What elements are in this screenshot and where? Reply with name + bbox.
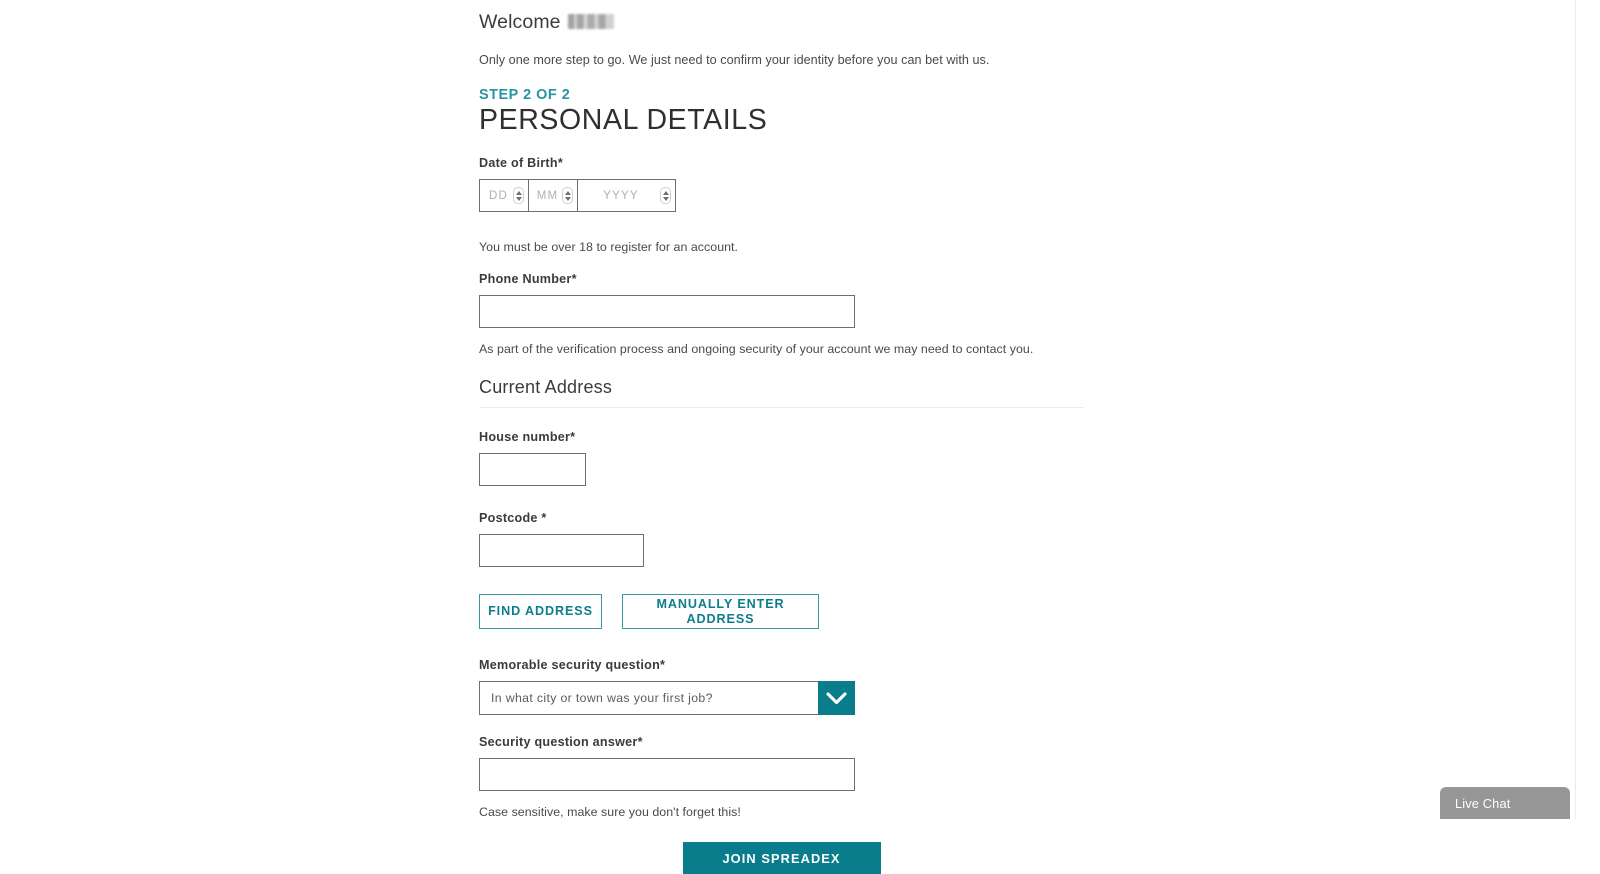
security-answer-input[interactable] xyxy=(479,758,855,791)
dob-year-placeholder: YYYY xyxy=(603,189,639,202)
date-of-birth-group: DD MM YYYY xyxy=(479,179,676,212)
postcode-input[interactable] xyxy=(479,534,644,567)
chevron-down-icon[interactable] xyxy=(818,681,855,715)
security-answer-label: Security question answer* xyxy=(479,735,643,749)
phone-number-label: Phone Number* xyxy=(479,272,577,286)
house-number-input[interactable] xyxy=(479,453,586,486)
welcome-heading: Welcome xyxy=(479,0,1099,34)
phone-number-input[interactable] xyxy=(479,295,855,328)
dob-year-cell[interactable]: YYYY xyxy=(578,180,675,211)
step-indicator: STEP 2 OF 2 xyxy=(479,87,571,103)
house-number-field: House number* xyxy=(479,430,1099,486)
dob-day-stepper[interactable] xyxy=(513,187,524,204)
live-chat-label: Live Chat xyxy=(1455,795,1511,811)
dob-year-stepper[interactable] xyxy=(660,187,671,204)
phone-number-field: Phone Number* As part of the verificatio… xyxy=(479,272,1099,356)
manually-enter-address-button[interactable]: MANUALLY ENTER ADDRESS xyxy=(622,594,819,629)
security-question-selected-value[interactable]: In what city or town was your first job? xyxy=(479,681,818,715)
security-question-field: Memorable security question* In what cit… xyxy=(479,658,1099,715)
find-address-button[interactable]: FIND ADDRESS xyxy=(479,594,602,629)
page-title: PERSONAL DETAILS xyxy=(479,104,768,136)
redacted-user-name xyxy=(567,14,614,29)
join-spreadex-button[interactable]: JOIN SPREADEX xyxy=(682,842,881,874)
dob-day-placeholder: DD xyxy=(488,189,508,202)
registration-form: Welcome Only one more step to go. We jus… xyxy=(479,0,1099,874)
security-question-label: Memorable security question* xyxy=(479,658,666,672)
postcode-field: Postcode * xyxy=(479,511,1099,567)
live-chat-widget[interactable]: Live Chat xyxy=(1440,787,1570,819)
page-scrollbar[interactable] xyxy=(1575,0,1600,819)
security-answer-help: Case sensitive, make sure you don't forg… xyxy=(479,805,741,819)
phone-number-help: As part of the verification process and … xyxy=(479,342,1034,356)
date-of-birth-help: You must be over 18 to register for an a… xyxy=(479,240,739,254)
date-of-birth-field: Date of Birth* DD MM YYYY You must be ov… xyxy=(479,156,1099,254)
address-actions: FIND ADDRESS MANUALLY ENTER ADDRESS xyxy=(479,594,1099,629)
security-answer-field: Security question answer* Case sensitive… xyxy=(479,735,1099,819)
dob-month-placeholder: MM xyxy=(536,189,559,202)
intro-text: Only one more step to go. We just need t… xyxy=(479,53,990,67)
dob-day-cell[interactable]: DD xyxy=(480,180,529,211)
welcome-text: Welcome xyxy=(479,11,561,33)
dob-month-cell[interactable]: MM xyxy=(529,180,578,211)
security-question-select[interactable]: In what city or town was your first job? xyxy=(479,681,855,715)
dob-month-stepper[interactable] xyxy=(562,187,573,204)
submit-row: JOIN SPREADEX xyxy=(479,842,1084,874)
current-address-section-title: Current Address xyxy=(479,377,1084,408)
house-number-label: House number* xyxy=(479,430,576,444)
date-of-birth-label: Date of Birth* xyxy=(479,156,563,170)
postcode-label: Postcode * xyxy=(479,511,547,525)
